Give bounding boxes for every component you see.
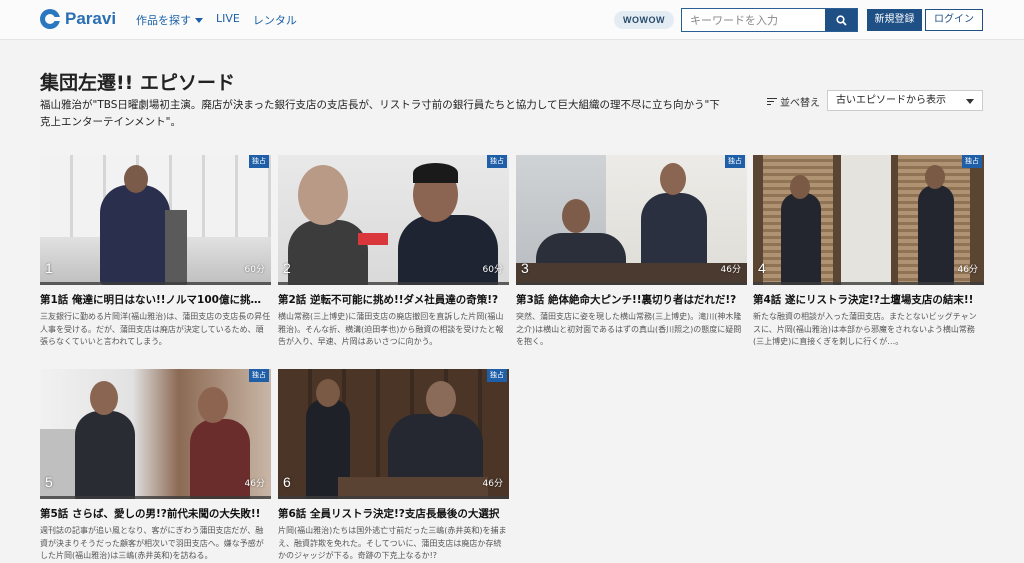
exclusive-badge: 独占 <box>249 369 269 382</box>
episode-title[interactable]: 第4話 遂にリストラ決定!?土壇場支店の結末!! <box>753 292 984 307</box>
main-nav: 作品を探す LIVE レンタル <box>136 12 310 28</box>
series-description: 福山雅治が"TBS日曜劇場初主演。廃店が決まった銀行支店の支店長が、リストラ寸前… <box>40 99 720 128</box>
logo-text: Paravi <box>65 9 117 28</box>
episode-card-3[interactable]: 独占 3 46分 第3話 絶体絶命大ピンチ!!裏切り者はだれだ!? 突然、蒲田支… <box>516 155 747 349</box>
sort-label: 並べ替え <box>767 94 820 109</box>
sort-icon <box>767 96 777 107</box>
site-header: Paravi 作品を探す LIVE レンタル WOWOW 新規登録 ログイン <box>0 0 1024 40</box>
exclusive-badge: 独占 <box>487 369 507 382</box>
progress-bar <box>40 282 271 285</box>
progress-bar <box>278 496 509 499</box>
episode-number: 2 <box>283 260 291 276</box>
chevron-down-icon <box>195 18 203 23</box>
episode-card-5[interactable]: 独占 5 46分 第5話 さらば、愛しの男!?前代未聞の大失敗!! 週刊誌の記事… <box>40 369 271 563</box>
paravi-logo[interactable]: Paravi <box>40 9 116 29</box>
episode-number: 1 <box>45 260 53 276</box>
chevron-down-icon <box>966 99 974 104</box>
episode-description: 新たな融資の相談が入った蒲田支店。またとないビッグチャンスに、片岡(福山雅治)は… <box>753 312 977 346</box>
episode-title[interactable]: 第2話 逆転不可能に挑め!!ダメ社員達の奇策!? <box>278 292 509 307</box>
episode-duration: 46分 <box>244 479 265 489</box>
episode-thumbnail[interactable]: 独占 3 46分 <box>516 155 747 285</box>
progress-bar <box>278 282 509 285</box>
episode-card-2[interactable]: 独占 2 60分 第2話 逆転不可能に挑め!!ダメ社員達の奇策!? 横山常務(三… <box>278 155 509 349</box>
paravi-logo-icon <box>40 9 60 29</box>
exclusive-badge: 独占 <box>487 155 507 168</box>
episode-description: 突然、蒲田支店に姿を現した横山常務(三上博史)。滝川(神木隆之介)は横山と初対面… <box>516 312 742 346</box>
page-title: 集団左遷!! エピソード <box>40 72 235 94</box>
login-button[interactable]: ログイン <box>925 9 983 31</box>
episode-number: 4 <box>758 260 766 276</box>
episode-number: 3 <box>521 260 529 276</box>
episode-number: 6 <box>283 474 291 490</box>
episode-number: 5 <box>45 474 53 490</box>
nav-rental[interactable]: レンタル <box>253 12 297 28</box>
episode-thumbnail[interactable]: 独占 4 46分 <box>753 155 984 285</box>
episode-title[interactable]: 第3話 絶体絶命大ピンチ!!裏切り者はだれだ!? <box>516 292 747 307</box>
nav-find-titles[interactable]: 作品を探す <box>136 12 203 28</box>
episode-description: 横山常務(三上博史)に蒲田支店の廃店撤回を直訴した片岡(福山雅治)。そんな折、横… <box>278 312 504 346</box>
episode-duration: 60分 <box>482 265 503 275</box>
episode-description: 片岡(福山雅治)たちは国外逃亡寸前だった三嶋(赤井英和)を捕まえ、融資詐欺を免れ… <box>278 526 507 560</box>
exclusive-badge: 独占 <box>249 155 269 168</box>
progress-bar <box>516 282 747 285</box>
episode-title[interactable]: 第1話 俺達に明日はない!!ノルマ100億に挑め… <box>40 292 271 307</box>
episode-duration: 60分 <box>244 265 265 275</box>
search-box <box>681 8 858 32</box>
episode-thumbnail[interactable]: 独占 1 60分 <box>40 155 271 285</box>
episode-thumbnail[interactable]: 独占 2 60分 <box>278 155 509 285</box>
episode-card-1[interactable]: 独占 1 60分 第1話 俺達に明日はない!!ノルマ100億に挑め… 三友銀行に… <box>40 155 271 349</box>
register-button[interactable]: 新規登録 <box>867 9 922 31</box>
exclusive-badge: 独占 <box>962 155 982 168</box>
progress-bar <box>40 496 271 499</box>
episode-description: 三友銀行に勤める片岡洋(福山雅治)は、蒲田支店の支店長の昇任人事を受ける。だが、… <box>40 312 271 346</box>
episode-title[interactable]: 第6話 全員リストラ決定!?支店長最後の大選択 <box>278 506 509 521</box>
episode-duration: 46分 <box>957 265 978 275</box>
search-input[interactable] <box>682 9 826 31</box>
episode-duration: 46分 <box>720 265 741 275</box>
episode-duration: 46分 <box>482 479 503 489</box>
episode-card-6[interactable]: 独占 6 46分 第6話 全員リストラ決定!?支店長最後の大選択 片岡(福山雅治… <box>278 369 509 563</box>
episode-card-4[interactable]: 独占 4 46分 第4話 遂にリストラ決定!?土壇場支店の結末!! 新たな融資の… <box>753 155 984 349</box>
sort-order-select[interactable]: 古いエピソードから表示 <box>827 90 983 111</box>
episode-description: 週刊誌の記事が追い風となり、客がにぎわう蒲田支店だが、融資が決まりそうだった顧客… <box>40 526 264 560</box>
exclusive-badge: 独占 <box>725 155 745 168</box>
search-button[interactable] <box>825 9 857 31</box>
episode-title[interactable]: 第5話 さらば、愛しの男!?前代未聞の大失敗!! <box>40 506 271 521</box>
wowow-badge[interactable]: WOWOW <box>614 11 674 29</box>
episode-thumbnail[interactable]: 独占 6 46分 <box>278 369 509 499</box>
search-icon <box>835 14 847 26</box>
progress-bar <box>753 282 984 285</box>
nav-live[interactable]: LIVE <box>216 12 240 28</box>
episode-thumbnail[interactable]: 独占 5 46分 <box>40 369 271 499</box>
